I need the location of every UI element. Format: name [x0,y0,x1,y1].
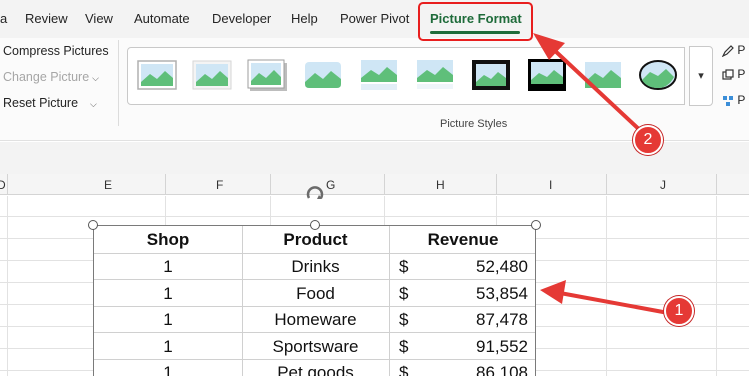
column-divider[interactable] [7,174,8,195]
column-header-f[interactable]: F [216,178,223,192]
tab-review[interactable]: Review [25,11,68,26]
shop-cell: 1 [163,363,173,376]
product-cell: Sportsware [272,337,359,356]
resize-handle-top-right[interactable] [531,220,541,230]
resize-handle-top-center[interactable] [310,220,320,230]
compress-pictures-button[interactable]: Compress Pictures [3,44,109,58]
table-row-line [94,253,535,254]
product-cell: Homeware [274,310,357,329]
column-header-g[interactable]: G [326,178,335,192]
gridline [606,196,607,376]
picture-style-shadow-rect-icon[interactable] [247,58,287,92]
column-header-h[interactable]: H [436,178,445,192]
picture-style-thick-frame-icon[interactable] [527,58,567,92]
gridline [7,196,8,376]
annotation-badge-1: 1 [664,296,694,326]
header-revenue: Revenue [427,230,499,249]
shop-cell: 1 [163,337,173,356]
picture-styles-gallery [127,47,685,105]
reset-picture-button[interactable]: Reset Picture ⌵ [3,96,97,110]
column-divider[interactable] [165,174,166,195]
table-row-line [94,279,535,280]
annotation-badge-2: 2 [633,125,663,155]
gridline [0,216,749,217]
effects-icon [722,69,734,80]
currency-cell: $ [399,310,409,329]
column-header-e[interactable]: E [104,178,112,192]
change-picture-button: Change Picture ⌵ [3,70,99,84]
chevron-down-icon[interactable]: ⌵ [90,99,97,109]
header-shop: Shop [146,230,190,249]
table-row-line [94,306,535,307]
currency-cell: $ [399,284,409,303]
product-cell: Food [296,284,335,303]
picture-style-perspective-icon[interactable] [583,58,623,92]
column-header-j[interactable]: J [660,178,666,192]
tab-data-partial[interactable]: a [0,11,7,26]
tab-power-pivot[interactable]: Power Pivot [340,11,409,26]
ribbon-panel: Compress Pictures Change Picture ⌵ Reset … [0,38,749,141]
revenue-cell: 91,552 [476,337,528,356]
chevron-down-icon: ⌵ [92,73,99,83]
picture-style-soft-edge-icon[interactable] [192,58,232,92]
reset-picture-label: Reset Picture [3,96,79,110]
picture-layout-button[interactable]: P [722,93,749,109]
shop-cell: 1 [163,284,173,303]
table-picture[interactable]: Shop Product Revenue 1 Drinks $ 52,480 1… [93,225,536,376]
header-product: Product [283,230,348,249]
tab-view[interactable]: View [85,11,113,26]
pen-border-icon [722,44,734,57]
rotate-handle-icon[interactable] [305,186,325,206]
currency-cell: $ [399,337,409,356]
picture-effects-label: P [737,67,746,81]
gallery-more-icon: ▾ [698,70,704,82]
revenue-cell: 86,108 [476,363,528,376]
column-headers: D E F G H I J [0,174,749,195]
compress-pictures-label: Compress Pictures [3,44,109,58]
picture-style-reflected-icon[interactable] [359,58,399,92]
shop-cell: 1 [163,310,173,329]
picture-effects-button[interactable]: P [722,67,749,83]
picture-layout-label: P [737,93,746,107]
column-header-d[interactable]: D [0,178,6,192]
picture-style-black-frame-icon[interactable] [471,58,511,92]
picture-format-tab-highlight [418,2,533,41]
tab-help[interactable]: Help [291,11,318,26]
change-picture-label: Change Picture [3,70,90,84]
column-divider[interactable] [270,174,271,195]
currency-cell: $ [399,363,409,376]
revenue-cell: 52,480 [476,257,528,276]
gallery-more-button[interactable]: ▾ [689,46,713,106]
revenue-cell: 87,478 [476,310,528,329]
picture-style-oval-icon[interactable] [638,58,678,92]
product-cell: Drinks [291,257,340,276]
currency-cell: $ [399,257,409,276]
column-divider[interactable] [384,174,385,195]
picture-style-reflected-soft-icon[interactable] [415,58,455,92]
picture-border-label: P [737,43,746,57]
picture-styles-group-label: Picture Styles [440,118,508,130]
shop-cell: 1 [163,257,173,276]
column-header-i[interactable]: I [549,178,552,192]
resize-handle-top-left[interactable] [88,220,98,230]
ribbon-tab-bar: a Review View Automate Developer Help Po… [0,0,749,38]
group-separator [118,40,119,126]
picture-style-simple-frame-icon[interactable] [137,58,177,92]
picture-style-rounded-icon[interactable] [303,58,343,92]
column-divider[interactable] [716,174,717,195]
tab-automate[interactable]: Automate [134,11,190,26]
product-cell: Pet goods [277,363,354,376]
column-divider[interactable] [496,174,497,195]
gridline [716,196,717,376]
layout-icon [723,95,733,106]
revenue-cell: 53,854 [476,284,528,303]
column-divider[interactable] [606,174,607,195]
table-row-line [94,332,535,333]
picture-border-button[interactable]: P [722,43,749,59]
tab-developer[interactable]: Developer [212,11,271,26]
table-row-line [94,359,535,360]
